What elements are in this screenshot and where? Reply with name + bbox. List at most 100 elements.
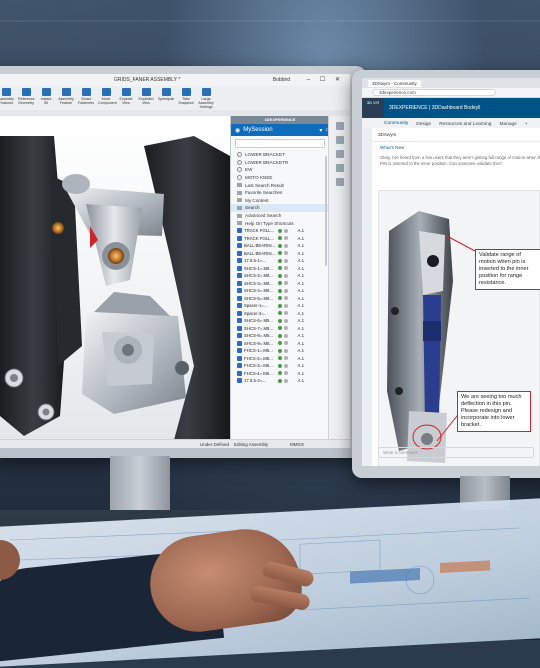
url-field[interactable]: 3dexperience.com <box>372 89 496 96</box>
status-icons <box>278 251 294 256</box>
revision: A.1 <box>297 325 304 331</box>
file-name: SHCS-3=.M5... <box>244 280 274 286</box>
lock-status-icon <box>278 243 282 248</box>
lock-status-icon <box>278 318 282 323</box>
file-row[interactable]: 17.6.5-1=... A.1 <box>231 257 329 265</box>
session-selector[interactable]: ◉ MySession ▾ ⌂ <box>231 124 329 136</box>
menu-item-label: Search <box>245 205 260 211</box>
file-row[interactable]: Spacer-2=... A.1 <box>231 309 329 317</box>
ribbon-button[interactable]: Explode View <box>118 86 134 110</box>
file-row[interactable]: FHCS-2=.M5... A.1 <box>231 354 329 362</box>
appearance-icon[interactable] <box>336 164 344 172</box>
ribbon-button[interactable]: Assembly Features <box>0 86 14 110</box>
search-menu-item[interactable]: MOTO KNEE <box>231 174 329 182</box>
compass-logo[interactable]: 3D V.R <box>362 98 384 118</box>
file-row[interactable]: TRACK FOLL... A.1 <box>231 234 329 242</box>
file-row[interactable]: BALL BEARIN... A.1 <box>231 242 329 250</box>
file-row[interactable]: SHCS-1=.M5... A.1 <box>231 264 329 272</box>
search-input[interactable] <box>235 139 325 148</box>
ribbon-button[interactable]: Assembly Feature <box>58 86 74 110</box>
dashboard-name[interactable]: Bodeyll <box>464 105 480 111</box>
graphics-area[interactable] <box>0 116 230 440</box>
user-name[interactable]: Bobbird <box>273 77 290 83</box>
file-name: FHCS-2=.M5... <box>244 355 273 361</box>
home-icon[interactable] <box>336 122 344 130</box>
document-title: GRIDS_FANER ASSEMBLY * <box>114 77 181 83</box>
ribbon-button[interactable]: Reference Geometry <box>18 86 35 110</box>
revision: A.1 <box>297 250 304 256</box>
ribbon-button-label: Move Component <box>98 97 117 105</box>
file-row[interactable]: SHCS-5=.M5... A.1 <box>231 294 329 302</box>
assembly-model[interactable] <box>0 116 230 440</box>
file-row[interactable]: FHCS-3=.M5... A.1 <box>231 362 329 370</box>
comment-input[interactable]: Write a comment <box>378 447 534 458</box>
file-name: FHCS-1=.M5... <box>244 348 273 354</box>
breadcrumb[interactable]: 3DSwym <box>372 128 540 142</box>
ribbon-button-label: Explode View <box>119 97 133 105</box>
session-label: MySession <box>243 127 273 133</box>
search-menu-item[interactable]: Last Search Result <box>231 181 329 189</box>
file-row[interactable]: BALL BEARIN... A.1 <box>231 249 329 257</box>
search-menu-item[interactable]: LOWER BRACKETR <box>231 159 329 167</box>
lock-status-icon <box>278 258 282 263</box>
status-defined: Under Defined <box>200 442 230 447</box>
search-menu-item[interactable]: Help On Type Shortcuts <box>231 219 329 227</box>
chevron-down-icon[interactable]: ▾ <box>319 127 322 134</box>
session-icon: ◉ <box>235 127 241 134</box>
revision: A.1 <box>297 265 304 271</box>
file-name: SHCS-9=.M5... <box>244 340 274 346</box>
ribbon-button[interactable]: Instant 3D <box>38 86 54 110</box>
search-menu-item[interactable]: EW <box>231 166 329 174</box>
status-units[interactable]: MMGS <box>290 442 304 447</box>
maturity-icon <box>284 341 288 346</box>
ribbon-button[interactable]: Exploded View <box>138 86 154 110</box>
window-controls[interactable]: – ☐ ✕ <box>307 76 344 83</box>
file-row[interactable]: SHCS-8=.M5... A.1 <box>231 332 329 340</box>
status-icons <box>278 311 294 316</box>
menu-item-label: MOTO KNEE <box>245 175 273 181</box>
file-row[interactable]: TRACK FOLL... A.1 <box>231 227 329 235</box>
file-row[interactable]: SHCS-7=.M5... A.1 <box>231 324 329 332</box>
ribbon-button-label: Large Assembly Settings <box>198 97 214 109</box>
section-title[interactable]: What's New <box>372 142 540 153</box>
file-row[interactable]: Spacer-1=... A.1 <box>231 302 329 310</box>
custom-properties-icon[interactable] <box>336 178 344 186</box>
ribbon-button[interactable]: Move Component <box>98 86 117 110</box>
ribbon-button-label: Take Snapshot <box>178 97 194 105</box>
library-icon[interactable] <box>336 136 344 144</box>
ribbon-button[interactable]: Large Assembly Settings <box>198 86 214 110</box>
maturity-icon <box>284 258 288 263</box>
folder-icon[interactable] <box>336 150 344 158</box>
file-row[interactable]: SHCS-2=.M5... A.1 <box>231 272 329 280</box>
menu-item-label: LOWER BRACKET <box>245 152 285 158</box>
browser-tab[interactable]: 3DSwym - Community <box>368 79 421 87</box>
file-row[interactable]: SHCS-9=.M5... A.1 <box>231 339 329 347</box>
status-icons <box>278 288 294 293</box>
search-menu-item[interactable]: Favorite Searches <box>231 189 329 197</box>
ribbon-command-icon <box>21 88 31 96</box>
ribbon-button-label: Instant 3D <box>40 97 52 105</box>
search-menu-item[interactable]: Advanced Search <box>231 212 329 220</box>
lock-status-icon <box>278 288 282 293</box>
search-menu-item[interactable]: Search <box>231 204 329 212</box>
file-row[interactable]: SHCS-3=.M5... A.1 <box>231 279 329 287</box>
ribbon-button-label: Reference Geometry <box>18 97 35 105</box>
revision: A.1 <box>297 340 304 346</box>
ribbon-button[interactable]: Take Snapshot <box>178 86 194 110</box>
scrollbar[interactable] <box>325 156 327 266</box>
post-image[interactable]: Validate range of motion when pin is ins… <box>378 190 540 466</box>
file-row[interactable]: FHCS-4=.M5... A.1 <box>231 369 329 377</box>
file-row[interactable]: 17.6.5-2=... A.1 <box>231 377 329 385</box>
ribbon-button-label: Speedpak <box>158 97 175 101</box>
file-row[interactable]: SHCS-6=.M5... A.1 <box>231 317 329 325</box>
ribbon-button[interactable]: Smart Fasteners <box>78 86 94 110</box>
file-row[interactable]: SHCS-4=.M5... A.1 <box>231 287 329 295</box>
post-text: Okay, I've heard from a few users that t… <box>380 155 540 166</box>
search-option-icon <box>237 183 242 188</box>
file-name: SHCS-4=.M5... <box>244 288 274 294</box>
part-icon <box>237 355 242 361</box>
file-row[interactable]: FHCS-1=.M5... A.1 <box>231 347 329 355</box>
search-menu-item[interactable]: My Content <box>231 197 329 205</box>
ribbon-button[interactable]: Speedpak <box>158 86 174 110</box>
search-menu-item[interactable]: LOWER BRACKET <box>231 151 329 159</box>
